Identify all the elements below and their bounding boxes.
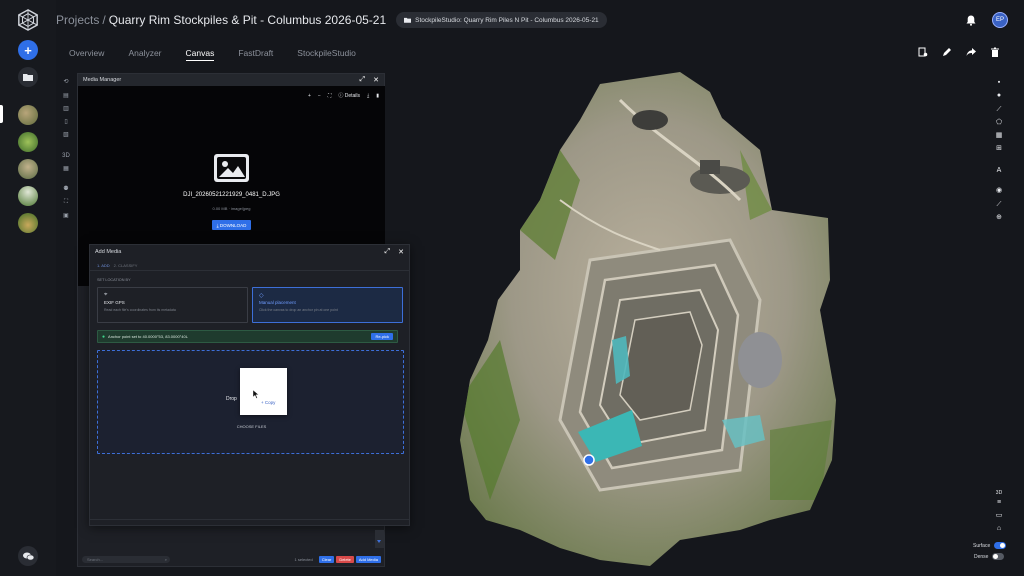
polygon-icon[interactable]: ⬠ [994,118,1004,128]
cursor-icon [253,390,259,399]
rotate-icon[interactable]: ⟲ [61,78,71,86]
option-title: EXIF GPS [104,300,125,305]
details-button[interactable]: ⓘ Details [338,92,360,99]
media-manager-title: Media Manager [83,77,122,83]
drop-zone[interactable]: Drop + Copy CHOOSE FILES [97,350,404,454]
set-location-label: SET LOCATION BY [97,278,131,282]
ruler-icon[interactable]: ⟋ [994,200,1004,210]
grid-icon[interactable]: ▦ [994,131,1004,141]
maximize-icon[interactable]: ⤢ [360,76,366,84]
home-icon[interactable]: ⌂ [994,524,1004,534]
anchor-pin-marker [583,454,595,466]
zoom-out-icon[interactable]: − [318,93,321,99]
anchor-status-bar: ● Anchor point set to 40.0000°53, 83.000… [97,330,398,343]
download-label: DOWNLOAD [219,222,247,228]
selected-count: 1 selected [294,556,313,562]
image-icon[interactable]: ▦ [61,165,71,173]
eye-icon[interactable]: ◉ [994,186,1004,196]
details-label: Details [344,93,361,99]
layer-icon[interactable]: ▤ [61,92,71,100]
search-placeholder: Search... [87,556,104,562]
choose-files-button[interactable]: CHOOSE FILES [98,424,405,429]
check-circle-icon: ● [102,333,106,340]
images-icon[interactable]: ▧ [61,131,71,139]
monitor-icon[interactable]: ▭ [994,511,1004,521]
add-media-header: Add Media ⤢ ✕ [90,245,409,259]
location-pin-icon: ⌖ [104,292,108,298]
file-meta: 0.00 MB · image/jpeg [212,206,251,211]
add-media-title: Add Media [95,249,122,255]
view-3d-icon[interactable]: 3D [61,152,71,160]
repick-button[interactable]: Re-pick [371,333,393,340]
maximize-icon[interactable]: ⤢ [385,248,391,256]
step-add[interactable]: 1. ADD [97,263,110,268]
dense-toggle-row: Dense [974,553,1005,560]
surface-switch[interactable] [994,542,1007,549]
option-exif-gps[interactable]: ⌖ EXIF GPS Read each file's coordinates … [97,287,248,323]
drop-text: Drop [226,396,237,402]
close-icon[interactable]: ✕ [398,248,404,256]
app-root: + Projects / Quarry Rim Stockpiles & Pit… [0,0,1024,576]
zoom-icon[interactable]: ⊕ [994,213,1004,223]
document-icon[interactable]: ▥ [61,105,71,113]
search-icon: ⌕ [164,556,167,562]
stockpile-icon[interactable]: ⊞ [994,144,1004,154]
media-manager-footer: Search... ⌕ 1 selected Clear Delete Add … [78,552,385,566]
fullscreen-icon[interactable]: ⛶ [328,93,332,99]
option-title: Manual placement [259,300,296,305]
add-media-button[interactable]: Add Media [355,555,381,563]
divider [90,270,410,271]
option-desc: Read each file's coordinates from its me… [104,308,176,312]
scroll-down-button[interactable] [375,530,384,548]
list-icon[interactable]: ≡ [994,498,1004,508]
clear-button[interactable]: Clear [318,555,335,563]
point-icon[interactable]: ● [994,91,1004,101]
anchor-text: Anchor point set to 40.0000°53, 83.0000°… [108,334,188,339]
comment-icon[interactable]: ▪ [994,78,1004,88]
download-button[interactable]: ⤓ DOWNLOAD [212,220,251,230]
view-3d-toggle[interactable]: 3D [994,488,1004,498]
expand-icon[interactable]: ⛶ [61,198,71,206]
add-media-dialog: Add Media ⤢ ✕ 1. ADD 2. CLASSIFY SET LOC… [89,244,410,526]
viewer-toolbar: + − ⛶ ⓘ Details ⤓ ▮ [308,92,379,100]
file-name: DJI_20260521221929_0481_D.JPG [183,192,280,198]
surface-toggle-row: Surface [973,542,1007,549]
media-manager-header: Media Manager ⤢ ✕ [78,74,384,86]
camera-icon[interactable]: ▣ [61,212,71,220]
divider [90,519,410,520]
diamond-icon: ◇ [259,293,264,299]
file-icon[interactable]: ▯ [61,118,71,126]
people-icon[interactable]: ⚉ [61,185,71,193]
polyline-icon[interactable]: ⟋ [994,105,1004,115]
close-icon[interactable]: ✕ [373,76,379,84]
wizard-steps: 1. ADD 2. CLASSIFY [97,263,137,268]
zoom-in-icon[interactable]: + [308,93,311,99]
download-icon[interactable]: ⤓ [367,93,369,99]
dense-label: Dense [974,553,989,560]
option-manual-placement[interactable]: ◇ Manual placement Click the canvas to d… [252,287,403,323]
dense-switch[interactable] [992,553,1005,560]
text-annotation-icon[interactable]: A [994,166,1004,176]
dragged-file-preview [240,368,287,415]
delete-button[interactable]: Delete [336,555,354,563]
option-desc: Click the canvas to drop an anchor pin a… [259,308,338,312]
search-input[interactable]: Search... ⌕ [82,555,170,563]
step-classify[interactable]: 2. CLASSIFY [114,263,138,268]
surface-label: Surface [973,542,991,549]
trash-icon[interactable]: ▮ [376,93,379,99]
image-placeholder-icon [214,154,249,182]
copy-indicator: + Copy [261,400,276,405]
